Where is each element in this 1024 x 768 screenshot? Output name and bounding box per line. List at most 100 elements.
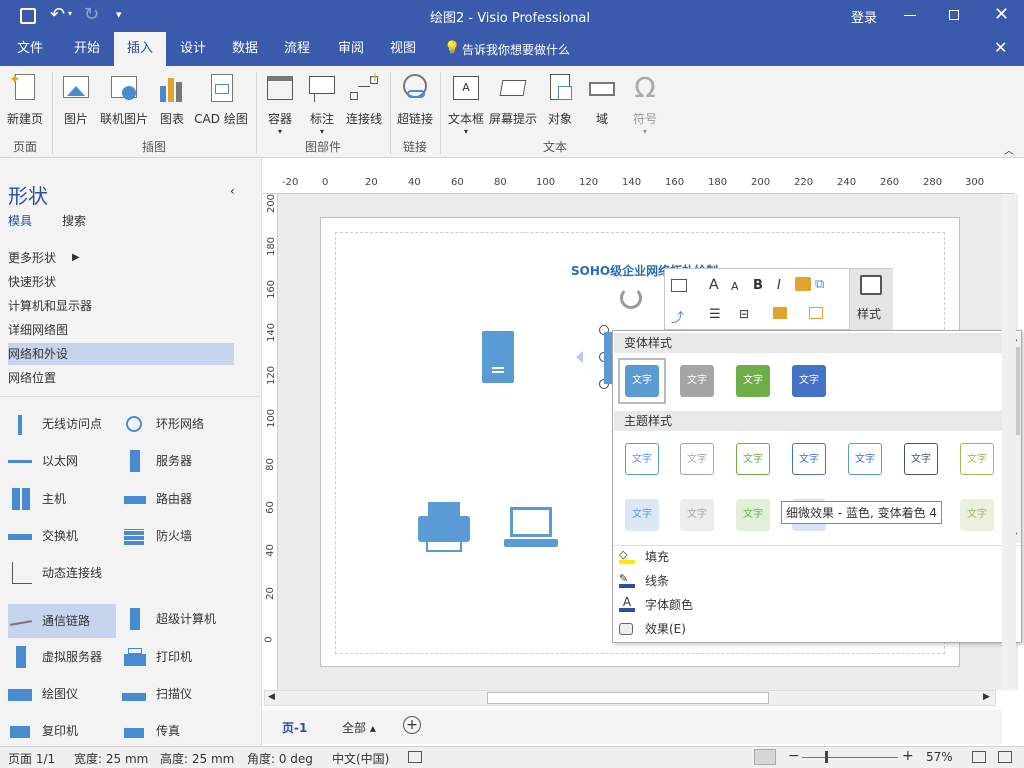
theme-swatch-outline-5[interactable]: 文字 [848,443,882,475]
connection-arrow-icon[interactable] [576,351,583,363]
menu-effects[interactable]: 效果(E)▶ [613,617,1021,641]
laptop-shape[interactable] [504,507,558,551]
menu-line[interactable]: ✎线条▶ [613,569,1021,593]
menu-fill[interactable]: ◇填充▶ [613,545,1021,569]
save-icon[interactable] [20,8,36,24]
shape-comm-link[interactable]: 通信链路 [8,604,116,638]
collapse-pane-icon[interactable]: ‹ [230,184,235,198]
position-icon[interactable]: ⊟ [739,307,749,321]
bring-front-icon[interactable] [773,307,787,319]
connector-button[interactable]: + 连接线 [344,68,384,127]
undo-icon[interactable]: ↶ [50,4,65,25]
shape-ethernet[interactable]: 以太网 [8,446,116,476]
stencil-network-peripherals[interactable]: 网络和外设 [8,343,234,365]
format-painter-icon[interactable] [795,277,811,291]
theme-swatch-outline-7[interactable]: 文字 [960,443,994,475]
theme-swatch-subtle-2[interactable]: 文字 [680,499,714,531]
zoom-in-icon[interactable]: + [902,748,914,764]
shape-virtual-server[interactable]: 虚拟服务器 [8,642,116,672]
stencil-quick-shapes[interactable]: 快速形状 [8,271,234,293]
shape-wireless-ap[interactable]: 无线访问点 [8,409,116,439]
variant-swatch-gray[interactable]: 文字 [680,365,714,397]
align-icon[interactable]: ☰ [709,307,721,322]
fit-page-icon[interactable] [972,751,986,763]
page-tab-1[interactable]: 页-1 [282,719,307,736]
horizontal-scrollbar[interactable]: ◀ ▶ [264,690,996,706]
undo-dropdown-icon[interactable]: ▾ [68,9,72,18]
textbox-button[interactable]: A 文本框 ▾ [446,68,486,136]
symbol-button[interactable]: Ω 符号 ▾ [626,68,664,137]
status-angle[interactable]: 角度: 0 deg [247,750,313,767]
login-link[interactable]: 登录 [851,7,877,26]
zoom-thumb[interactable] [825,751,828,763]
minimize-icon[interactable] [904,15,916,16]
vertical-scrollbar[interactable] [1002,194,1016,690]
tell-me-box[interactable]: 告诉我你想要做什么 [462,41,570,58]
grow-font-button[interactable]: A [709,277,719,293]
shape-switch[interactable]: 交换机 [8,521,116,551]
variant-swatch-green[interactable]: 文字 [736,365,770,397]
styles-button[interactable]: 样式 [849,269,893,331]
status-page[interactable]: 页面 1/1 [8,750,55,767]
group-icon[interactable] [809,307,823,319]
zoom-slider[interactable] [802,757,898,758]
scroll-left-icon[interactable]: ◀ [268,692,275,702]
connector-tool-icon[interactable]: ⤴ [671,307,684,326]
fill-dropdown-icon[interactable]: ⧉ [815,277,824,292]
stencil-detailed-network[interactable]: 详细网络图 [8,319,234,341]
chart-button[interactable]: 图表 [156,68,188,127]
tab-stencils[interactable]: 模具 [8,212,32,229]
status-language[interactable]: 中文(中国) [332,750,389,767]
theme-swatch-outline-1[interactable]: 文字 [625,443,659,475]
bold-button[interactable]: B [753,278,763,293]
shape-server[interactable]: 服务器 [122,446,234,476]
theme-swatch-subtle-7[interactable]: 文字 [960,499,994,531]
tab-insert[interactable]: 插入 [114,32,166,66]
field-button[interactable]: 域 [584,68,620,127]
screentip-button[interactable]: 屏幕提示 [486,68,540,127]
shape-supercomputer[interactable]: 超级计算机 [122,604,234,634]
italic-button[interactable]: I [777,278,781,293]
theme-swatch-outline-2[interactable]: 文字 [680,443,714,475]
picture-button[interactable]: 图片 [58,68,94,127]
h-scroll-thumb[interactable] [487,692,769,704]
new-page-button[interactable]: ✦ 新建页 [4,68,46,127]
textbox-format-icon[interactable] [671,279,687,292]
switch-windows-icon[interactable] [998,751,1012,763]
stencil-more-shapes[interactable]: 更多形状 ▶ [8,247,234,269]
menu-font-color[interactable]: A字体颜色▶ [613,593,1021,617]
shape-ring-network[interactable]: 环形网络 [122,409,234,439]
theme-swatch-outline-4[interactable]: 文字 [792,443,826,475]
collapse-ribbon-icon[interactable]: ︿ [1004,142,1014,157]
zoom-out-icon[interactable]: − [788,748,800,764]
shape-router[interactable]: 路由器 [122,484,234,514]
shape-dynamic-connector[interactable]: 动态连接线 [8,558,234,588]
theme-swatch-subtle-1[interactable]: 文字 [625,499,659,531]
tab-review[interactable]: 审阅 [326,32,376,66]
online-pictures-button[interactable]: 联机图片 [96,68,152,127]
theme-swatch-outline-3[interactable]: 文字 [736,443,770,475]
tab-view[interactable]: 视图 [378,32,428,66]
stencil-computers[interactable]: 计算机和显示器 [8,295,234,317]
all-pages-dropdown[interactable]: 全部 ▴ [342,719,376,736]
cad-drawing-button[interactable]: CAD 绘图 [192,68,250,127]
rotate-handle-icon[interactable] [620,287,642,309]
server-shape[interactable] [482,331,514,383]
shape-plotter[interactable]: 绘图仪 [8,679,116,709]
shrink-font-button[interactable]: A [731,280,739,293]
shape-scanner[interactable]: 扫描仪 [122,679,234,709]
shape-fax[interactable]: 传真 [122,716,234,738]
tab-design[interactable]: 设计 [168,32,218,66]
printer-shape[interactable] [418,502,470,552]
object-button[interactable]: 对象 [542,68,578,127]
hyperlink-button[interactable]: 超链接 [394,68,436,127]
status-height[interactable]: 高度: 25 mm [160,750,234,767]
restore-icon[interactable] [949,10,959,20]
stencil-network-locations[interactable]: 网络位置 [8,367,234,389]
theme-swatch-subtle-3[interactable]: 文字 [736,499,770,531]
tab-file[interactable]: 文件 [6,32,54,66]
variant-swatch-blue[interactable]: 文字 [625,365,659,397]
presentation-mode-icon[interactable] [754,749,776,765]
scroll-right-icon[interactable]: ▶ [983,692,990,702]
close-doc-icon[interactable]: ✕ [994,38,1007,57]
